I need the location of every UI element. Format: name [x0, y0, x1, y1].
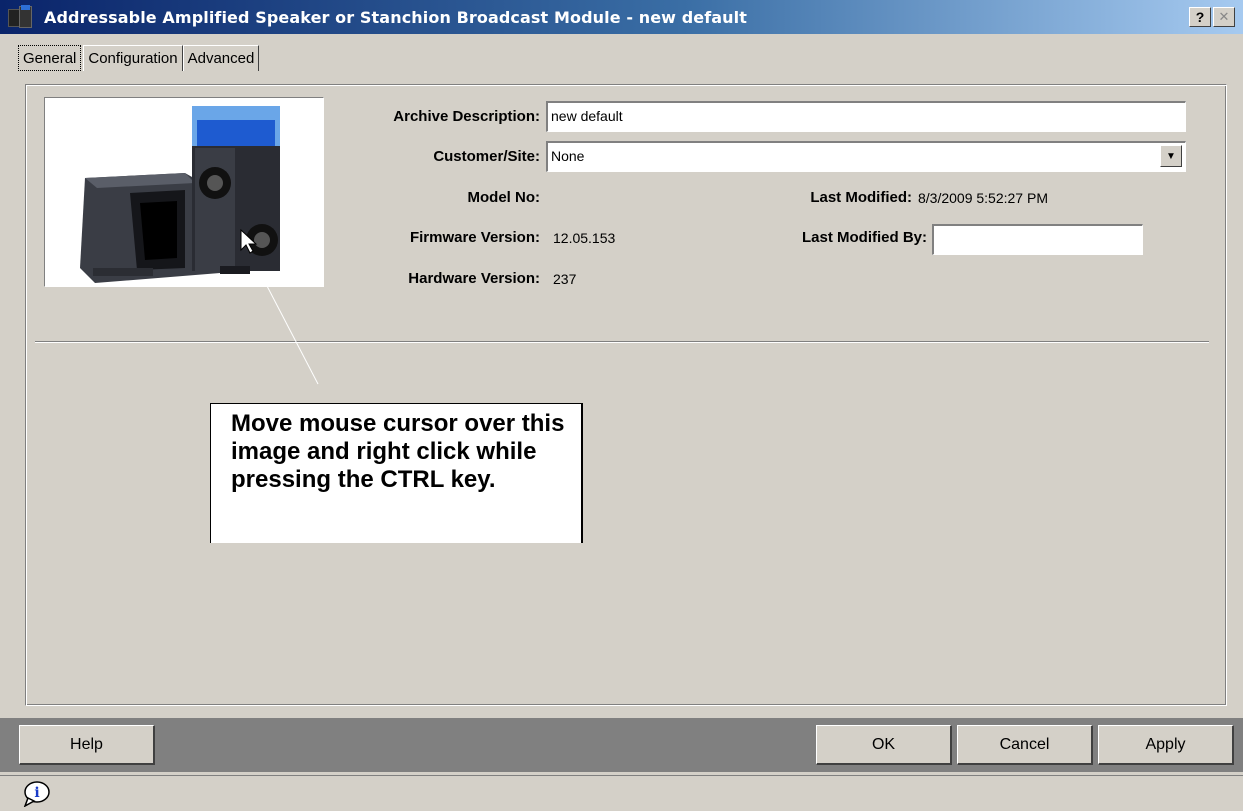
callout-note: Move mouse cursor over this image and ri…: [210, 403, 583, 543]
svg-text:i: i: [34, 785, 39, 801]
callout-pointer: [266, 285, 319, 385]
help-button[interactable]: Help: [19, 725, 155, 765]
ok-button[interactable]: OK: [816, 725, 952, 765]
status-bar: [0, 775, 1243, 811]
info-balloon-icon[interactable]: i: [22, 781, 50, 807]
apply-button[interactable]: Apply: [1098, 725, 1234, 765]
cancel-button[interactable]: Cancel: [957, 725, 1093, 765]
